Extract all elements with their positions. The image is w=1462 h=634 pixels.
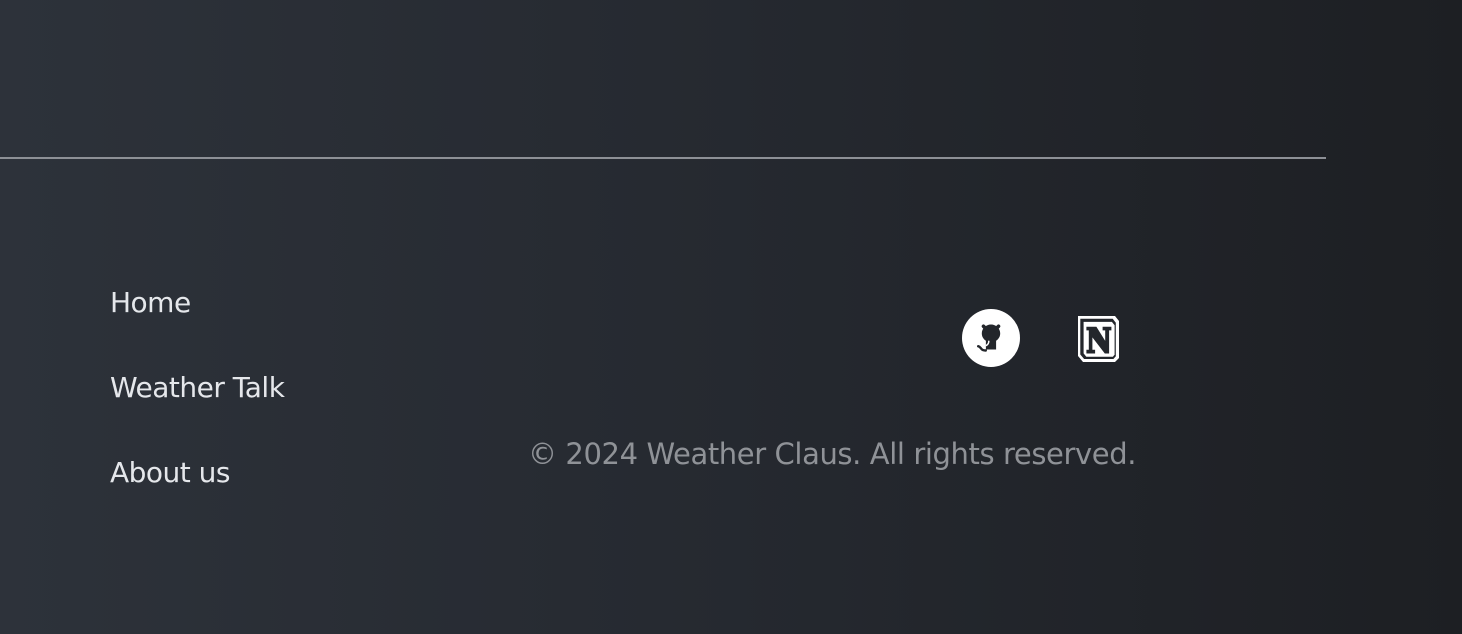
social-links bbox=[961, 308, 1128, 368]
github-icon[interactable] bbox=[961, 308, 1021, 368]
copyright-text: © 2024 Weather Claus. All rights reserve… bbox=[528, 437, 1137, 471]
nav-link-weather-talk[interactable]: Weather Talk bbox=[110, 365, 285, 450]
footer-divider bbox=[0, 157, 1326, 159]
nav-link-about-us[interactable]: About us bbox=[110, 450, 284, 535]
notion-icon[interactable] bbox=[1068, 308, 1128, 368]
footer: Home Weather Talk About us © 2024 Weathe bbox=[0, 0, 1462, 634]
nav-link-home[interactable]: Home bbox=[110, 280, 284, 365]
footer-nav: Home Weather Talk About us bbox=[110, 280, 285, 535]
